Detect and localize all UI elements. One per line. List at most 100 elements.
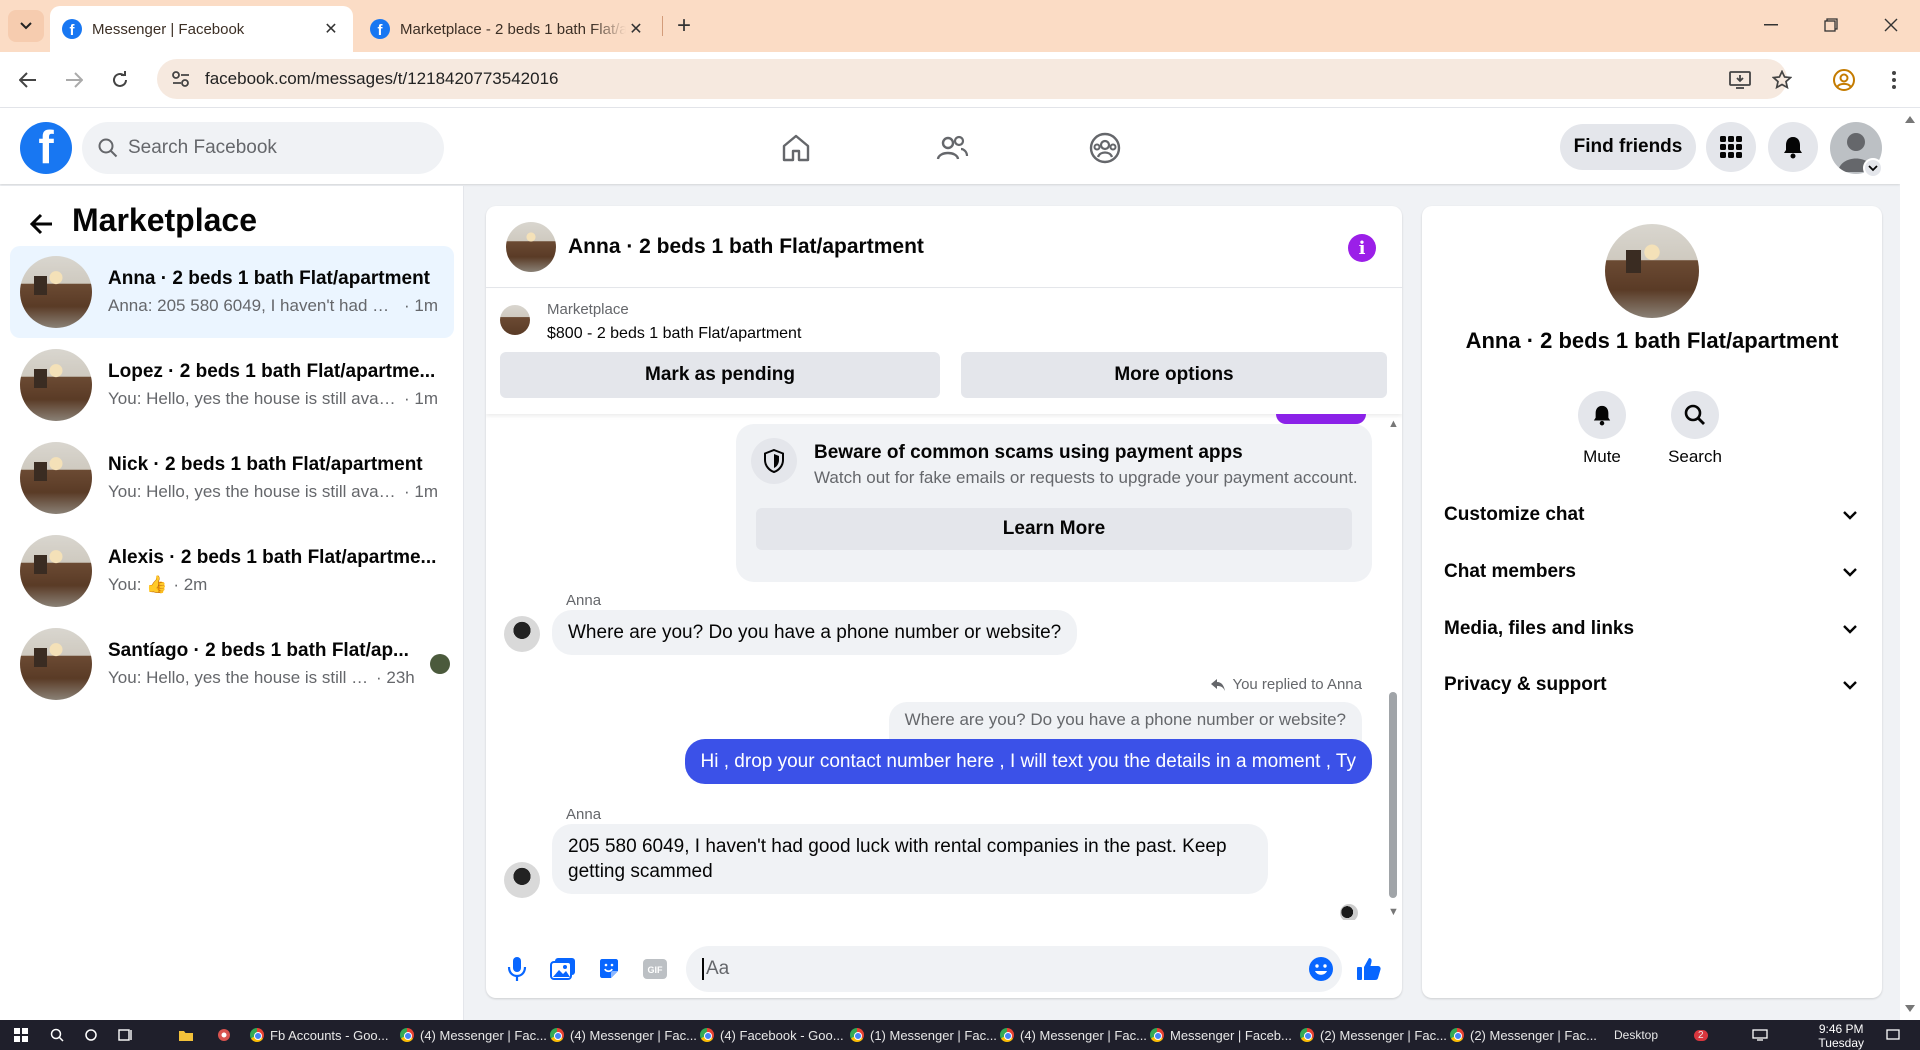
taskbar-window[interactable]: (1) Messenger | Fac... bbox=[844, 1020, 1003, 1050]
back-button[interactable] bbox=[26, 208, 58, 240]
chat-scrollbar[interactable]: ▲ ▼ bbox=[1386, 414, 1402, 920]
menu-button[interactable] bbox=[1706, 122, 1756, 172]
conversation-item[interactable]: Lopez · 2 beds 1 bath Flat/apartme... Yo… bbox=[10, 339, 454, 431]
chrome-icon bbox=[1000, 1028, 1014, 1042]
conversation-name: Anna · 2 beds 1 bath Flat/apartment bbox=[108, 268, 430, 289]
quoted-message[interactable]: Where are you? Do you have a phone numbe… bbox=[888, 702, 1362, 744]
taskbar-window[interactable]: (2) Messenger | Fac... bbox=[1294, 1020, 1453, 1050]
taskbar-window[interactable]: Fb Accounts - Goo... bbox=[244, 1020, 395, 1050]
incoming-message[interactable]: Where are you? Do you have a phone numbe… bbox=[552, 610, 1078, 655]
sender-avatar[interactable] bbox=[504, 616, 540, 652]
cortana-icon[interactable] bbox=[78, 1020, 104, 1050]
info-icon[interactable]: i bbox=[1348, 234, 1376, 262]
chat-members-section[interactable]: Chat members bbox=[1436, 546, 1868, 598]
close-window-button[interactable] bbox=[1868, 10, 1914, 40]
taskbar-window[interactable]: (4) Messenger | Fac... bbox=[394, 1020, 553, 1050]
bookmark-star-icon[interactable] bbox=[1768, 66, 1796, 94]
chat-title[interactable]: Anna · 2 beds 1 bath Flat/apartment bbox=[568, 235, 924, 259]
conversation-item[interactable]: Santíago · 2 beds 1 bath Flat/ap... You:… bbox=[10, 618, 454, 710]
conversation-time: · 1m bbox=[404, 482, 438, 501]
scroll-down-icon[interactable] bbox=[1905, 1005, 1915, 1012]
tab-messenger[interactable]: f Messenger | Facebook ✕ bbox=[50, 6, 353, 52]
install-app-icon[interactable] bbox=[1726, 66, 1754, 94]
reload-button[interactable] bbox=[104, 64, 136, 96]
message-input-box[interactable] bbox=[686, 946, 1342, 992]
scroll-thumb[interactable] bbox=[1389, 692, 1397, 898]
search-input[interactable] bbox=[128, 137, 428, 159]
taskbar-window[interactable]: (4) Messenger | Fac... bbox=[544, 1020, 703, 1050]
notification-center-icon[interactable] bbox=[1880, 1020, 1906, 1050]
taskbar-window-title: (4) Messenger | Fac... bbox=[570, 1027, 697, 1043]
conversation-time: · 1m bbox=[404, 389, 438, 408]
conversation-item[interactable]: Nick · 2 beds 1 bath Flat/apartment You:… bbox=[10, 432, 454, 524]
incoming-message[interactable]: 205 580 6049, I haven't had good luck wi… bbox=[552, 824, 1268, 894]
tab-search-button[interactable] bbox=[8, 10, 44, 42]
task-view-icon[interactable] bbox=[112, 1020, 140, 1050]
start-icon[interactable] bbox=[8, 1020, 34, 1050]
mute-button[interactable]: Mute bbox=[1562, 391, 1642, 467]
restore-button[interactable] bbox=[1808, 10, 1854, 40]
listing-thumbnail[interactable] bbox=[500, 305, 530, 335]
conversation-item[interactable]: Alexis · 2 beds 1 bath Flat/apartme... Y… bbox=[10, 525, 454, 617]
page-scrollbar[interactable] bbox=[1900, 108, 1920, 1020]
scroll-up-icon[interactable] bbox=[1905, 116, 1915, 123]
taskbar-window[interactable]: Messenger | Faceb... bbox=[1144, 1020, 1298, 1050]
scroll-down-icon[interactable]: ▼ bbox=[1388, 906, 1399, 918]
conversation-item[interactable]: Anna · 2 beds 1 bath Flat/apartment Anna… bbox=[10, 246, 454, 338]
microphone-icon[interactable] bbox=[500, 952, 534, 986]
chat-avatar[interactable] bbox=[506, 221, 556, 272]
url-text[interactable]: facebook.com/messages/t/1218420773542016 bbox=[205, 69, 558, 89]
message-input[interactable] bbox=[706, 958, 1286, 980]
friends-nav-button[interactable] bbox=[932, 128, 972, 168]
search-in-chat-button[interactable]: Search bbox=[1655, 391, 1735, 467]
network-icon[interactable] bbox=[1746, 1020, 1774, 1050]
account-dropdown-button[interactable] bbox=[1863, 158, 1883, 178]
minimize-button[interactable] bbox=[1748, 10, 1794, 40]
gif-icon[interactable]: GIF bbox=[638, 952, 672, 986]
app-icon[interactable] bbox=[210, 1020, 238, 1050]
emoji-icon[interactable] bbox=[1304, 952, 1338, 986]
site-settings-icon[interactable] bbox=[171, 70, 191, 88]
new-tab-button[interactable]: + bbox=[668, 12, 700, 40]
groups-nav-button[interactable] bbox=[1085, 128, 1125, 168]
listing-thumbnail bbox=[20, 442, 92, 514]
search-icon[interactable] bbox=[44, 1020, 70, 1050]
find-friends-button[interactable]: Find friends bbox=[1560, 124, 1696, 170]
privacy-support-section[interactable]: Privacy & support bbox=[1436, 659, 1868, 711]
listing-title[interactable]: $800 - 2 beds 1 bath Flat/apartment bbox=[547, 325, 801, 343]
mark-as-pending-button[interactable]: Mark as pending bbox=[500, 352, 940, 398]
conversation-preview: You: 👍 bbox=[108, 575, 168, 594]
thumbs-up-icon[interactable] bbox=[1352, 952, 1386, 986]
file-explorer-icon[interactable] bbox=[172, 1020, 200, 1050]
forward-button[interactable] bbox=[58, 64, 90, 96]
search-box[interactable] bbox=[82, 122, 444, 174]
more-options-button[interactable]: More options bbox=[961, 352, 1387, 398]
home-nav-button[interactable] bbox=[776, 128, 816, 168]
facebook-logo[interactable]: f bbox=[20, 122, 72, 174]
back-button[interactable] bbox=[12, 64, 44, 96]
notification-count[interactable]: 2 bbox=[1688, 1020, 1714, 1050]
profile-icon[interactable] bbox=[1830, 66, 1858, 94]
close-icon[interactable]: ✕ bbox=[626, 19, 646, 39]
chat-avatar-large[interactable] bbox=[1605, 224, 1699, 318]
learn-more-button[interactable]: Learn More bbox=[756, 508, 1352, 550]
outgoing-message[interactable]: Hi , drop your contact number here , I w… bbox=[684, 739, 1372, 784]
taskbar-window[interactable]: (2) Messenger | Fac... bbox=[1444, 1020, 1603, 1050]
tab-marketplace[interactable]: f Marketplace - 2 beds 1 bath Flat/apart… bbox=[358, 6, 658, 52]
photo-icon[interactable] bbox=[546, 952, 580, 986]
browser-menu-icon[interactable] bbox=[1880, 66, 1908, 94]
omnibox[interactable]: facebook.com/messages/t/1218420773542016 bbox=[157, 59, 1787, 99]
taskbar-window-title: (4) Messenger | Fac... bbox=[420, 1027, 547, 1043]
taskbar-window[interactable]: (4) Messenger | Fac... bbox=[994, 1020, 1153, 1050]
taskbar-window[interactable]: (4) Facebook - Goo... bbox=[694, 1020, 850, 1050]
sticker-icon[interactable] bbox=[592, 952, 626, 986]
notifications-button[interactable] bbox=[1768, 122, 1818, 172]
close-icon[interactable]: ✕ bbox=[321, 19, 341, 39]
sender-avatar[interactable] bbox=[504, 862, 540, 898]
system-clock[interactable]: 9:46 PM Tuesday bbox=[1818, 1022, 1864, 1050]
scroll-up-icon[interactable]: ▲ bbox=[1388, 418, 1399, 430]
customize-chat-section[interactable]: Customize chat bbox=[1436, 489, 1868, 541]
desktop-toolbar[interactable]: Desktop bbox=[1608, 1020, 1664, 1050]
seen-avatar bbox=[1340, 904, 1358, 920]
media-files-links-section[interactable]: Media, files and links bbox=[1436, 603, 1868, 655]
